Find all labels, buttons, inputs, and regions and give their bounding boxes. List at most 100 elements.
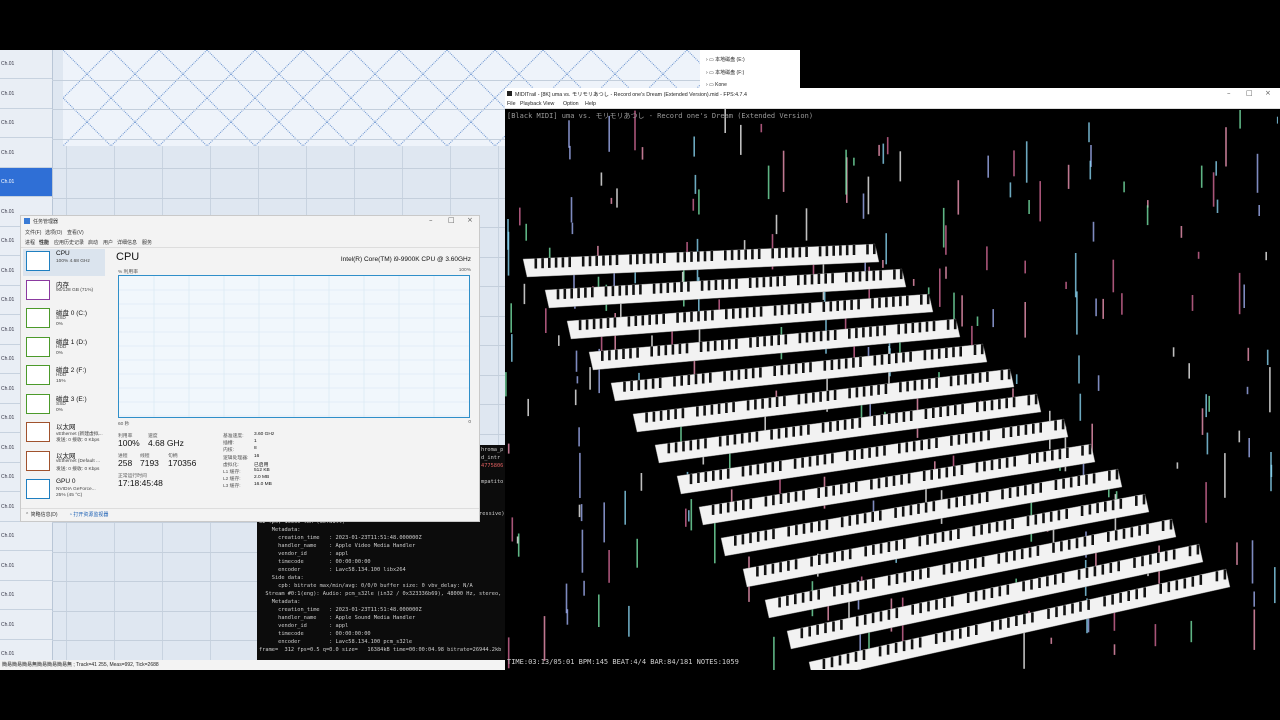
resource-subtitle: 90/128 GB (71%)	[56, 287, 94, 293]
black-key	[637, 380, 641, 391]
minimize-icon[interactable]: –	[429, 216, 433, 224]
resource-item[interactable]: 磁盘 0 (C:) SSD 0%	[23, 306, 105, 333]
black-key	[957, 375, 960, 386]
black-key	[836, 420, 839, 431]
track-label[interactable]: Ch.01	[0, 109, 52, 138]
black-key	[663, 253, 666, 263]
resource-item[interactable]: 磁盘 2 (F:) HDD 15%	[23, 363, 105, 390]
menu-file[interactable]: 文件(F)	[25, 229, 41, 236]
resource-item[interactable]: 以太网 vEthernet (Default ... 发送: 0 接收: 0 Kbp…	[23, 449, 105, 476]
tab-startup[interactable]: 启动	[88, 239, 98, 246]
maximize-icon[interactable]: □	[1246, 89, 1253, 97]
black-key	[927, 601, 930, 612]
black-key	[862, 650, 866, 660]
black-key	[615, 349, 618, 360]
black-key	[836, 300, 839, 311]
resource-item[interactable]: 磁盘 1 (D:) HDD 0%	[23, 335, 105, 362]
menu-option[interactable]: Option	[563, 101, 579, 107]
black-key	[830, 360, 834, 370]
resource-thumbnail	[26, 308, 50, 328]
visualization-canvas[interactable]: [Black MIDI] uma vs. モリモリあつし - Record on…	[505, 109, 1278, 670]
black-key	[662, 313, 665, 324]
black-key	[946, 406, 950, 417]
resource-item[interactable]: GPU 0 NVIDIA GeForce... 25% (45 °C)	[23, 477, 105, 504]
black-key	[604, 286, 608, 297]
black-key	[927, 567, 930, 578]
fewer-details-link[interactable]: ⌃ 简略信息(D)	[25, 511, 58, 518]
black-key	[1015, 616, 1018, 626]
menu-help[interactable]: Help	[585, 101, 596, 107]
menu-file[interactable]: File	[507, 101, 516, 107]
black-key	[634, 316, 638, 326]
track-label[interactable]: Ch.01	[0, 552, 52, 581]
black-key	[1031, 612, 1034, 623]
black-key	[981, 556, 985, 567]
black-key	[809, 591, 813, 602]
track-label[interactable]: Ch.01	[0, 50, 52, 79]
black-key	[728, 339, 731, 350]
terminal-line: mpatito	[481, 479, 504, 485]
drive-item[interactable]: › ▭ 本地磁盘 (E:)	[706, 56, 745, 63]
resource-item[interactable]: 内存 90/128 GB (71%)	[23, 278, 105, 305]
title-bar[interactable]: 任务管理器 – □ ×	[21, 216, 479, 228]
track-label[interactable]: Ch.01	[0, 581, 52, 610]
track-label[interactable]: Ch.01	[0, 168, 52, 197]
note-trail	[581, 529, 584, 573]
black-key	[613, 317, 617, 328]
black-key	[570, 288, 573, 299]
note-trail	[636, 538, 638, 568]
title-bar[interactable]: MIDITrail - [8K] uma vs. モリモリあつし - Recor…	[505, 88, 1280, 100]
tab-app-history[interactable]: 应用历史记录	[54, 239, 84, 246]
tab-performance[interactable]: 性能	[39, 239, 49, 246]
track-label[interactable]: Ch.01	[0, 522, 52, 551]
black-key	[919, 569, 922, 580]
note-trail	[1224, 453, 1226, 498]
note-trail	[1024, 302, 1026, 338]
track-label[interactable]: Ch.01	[0, 80, 52, 109]
black-key	[954, 405, 957, 416]
black-key	[707, 280, 711, 291]
minimize-icon[interactable]: –	[1227, 89, 1231, 97]
black-key	[1005, 457, 1009, 468]
black-key	[952, 347, 955, 358]
menu-playback[interactable]: Playback	[520, 101, 542, 107]
track-label[interactable]: Ch.01	[0, 611, 52, 640]
black-key	[601, 350, 604, 361]
black-key	[1081, 445, 1084, 456]
open-resource-monitor-link[interactable]: ◔ 打开资源监视器	[69, 511, 108, 518]
maximize-icon[interactable]: □	[448, 216, 455, 224]
black-key	[880, 354, 884, 365]
resource-item[interactable]: 以太网 vEthernet (新建虚拟... 发送: 0 接收: 0 Kbps	[23, 420, 105, 447]
resource-item[interactable]: 磁盘 3 (E:) SSD 0%	[23, 392, 105, 419]
tab-users[interactable]: 用户	[103, 239, 113, 246]
menu-view[interactable]: View	[543, 101, 554, 107]
tab-processes[interactable]: 进程	[25, 239, 35, 246]
black-key	[548, 257, 551, 268]
close-icon[interactable]: ×	[1265, 89, 1271, 97]
black-key	[920, 294, 923, 305]
black-key	[664, 345, 668, 356]
tab-details[interactable]: 详细信息	[117, 239, 137, 246]
black-key	[1122, 528, 1126, 539]
drive-item[interactable]: › ▭ 本地磁盘 (F:)	[706, 69, 744, 76]
menu-view[interactable]: 查看(V)	[67, 229, 84, 236]
spec-value: 3.60 GHz	[254, 432, 275, 437]
terminal-line: creation_time : 2023-01-23T11:51:48.0000…	[259, 535, 422, 541]
note-trail	[878, 144, 880, 156]
note-trail	[1050, 637, 1053, 644]
resource-item[interactable]: CPU 100% 4.68 GHz	[23, 249, 105, 276]
track-label[interactable]: Ch.01	[0, 139, 52, 168]
black-key	[816, 624, 819, 635]
note-trail	[1205, 482, 1207, 523]
black-key	[998, 399, 1001, 410]
menu-options[interactable]: 选项(O)	[45, 229, 62, 236]
black-key	[833, 586, 836, 597]
black-key	[887, 354, 891, 364]
spec-value: 512 KB	[254, 468, 270, 473]
black-key	[652, 283, 656, 294]
black-key	[906, 381, 909, 392]
black-key	[949, 530, 952, 541]
black-key	[697, 311, 700, 322]
close-icon[interactable]: ×	[467, 216, 473, 224]
tab-services[interactable]: 服务	[142, 239, 152, 246]
